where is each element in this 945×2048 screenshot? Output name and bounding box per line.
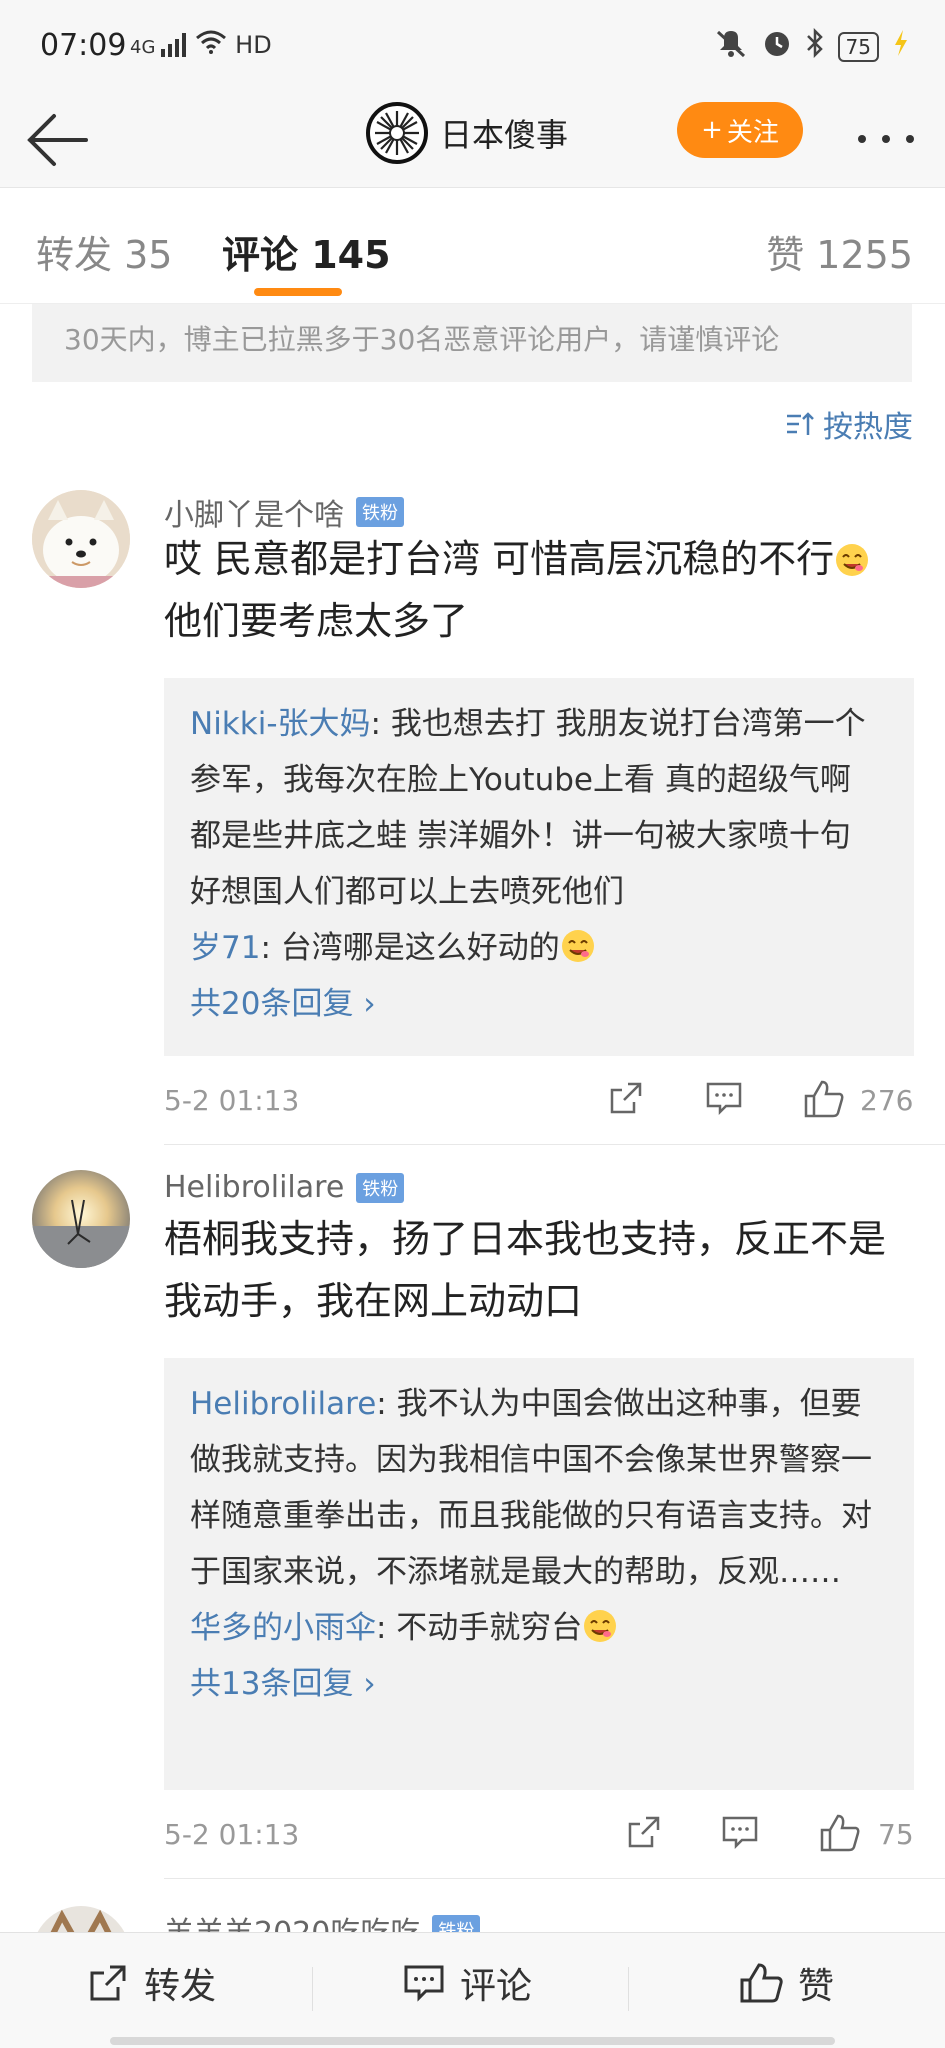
account-avatar <box>366 102 428 164</box>
bluetooth-icon <box>806 27 824 65</box>
like-count: 75 <box>878 1818 914 1851</box>
signal-icon: 4G <box>130 33 187 57</box>
reply-author[interactable]: 岁71 <box>190 930 260 966</box>
yum-emoji-icon <box>584 1610 617 1642</box>
back-arrow-icon <box>27 114 88 166</box>
status-bar: 07:09 4G HD 75 <box>0 0 945 92</box>
battery-icon: 75 <box>837 31 879 62</box>
comment-label: 评论 <box>460 1966 533 2007</box>
tab-comments[interactable]: 评论 145 <box>222 224 391 279</box>
comment-icon[interactable] <box>704 1078 744 1122</box>
charging-icon <box>893 30 909 63</box>
follow-label: 关注 <box>726 117 779 148</box>
sort-label: 按热度 <box>823 410 913 445</box>
more-replies-link[interactable]: 共13条回复 › <box>190 1656 888 1712</box>
yum-emoji-icon <box>836 544 869 576</box>
sort-icon <box>787 412 814 435</box>
hd-label: HD <box>235 31 272 59</box>
repost-icon <box>90 1965 126 2001</box>
fan-badge: 铁粉 <box>356 1172 405 1203</box>
home-indicator <box>110 2037 835 2045</box>
avatar[interactable] <box>32 1906 130 1932</box>
share-icon[interactable] <box>606 1078 646 1122</box>
like-icon[interactable] <box>802 1078 846 1124</box>
reply-author[interactable]: Nikki-张大妈 <box>190 706 371 742</box>
reply-author[interactable]: Helibrolilare <box>190 1386 376 1422</box>
comment-footer: 5-2 01:13 75 <box>164 1814 914 1858</box>
fan-badge: 铁粉 <box>356 497 404 527</box>
comment-button[interactable]: 评论 <box>402 1957 532 2009</box>
avatar[interactable] <box>32 490 130 588</box>
tab-bar: 转发 35 评论 145 赞 1255 <box>0 188 945 304</box>
comment-text: 哎 民意都是打台湾 可惜高层沉稳的不行 他们要考虑太多了 <box>164 528 914 652</box>
comment-icon[interactable] <box>720 1812 760 1856</box>
mute-icon <box>714 28 748 65</box>
fan-badge: 铁粉 <box>432 1915 481 1932</box>
like-count: 276 <box>860 1084 914 1117</box>
follow-button[interactable]: + 关注 <box>677 102 803 158</box>
wifi-icon <box>195 30 227 60</box>
repost-button[interactable]: 转发 <box>86 1957 216 2009</box>
comment-icon <box>404 1965 444 2002</box>
comment-footer: 5-2 01:13 276 <box>164 1080 914 1124</box>
comment-item: 羊羊羊2020吃吃吃 铁粉 <box>0 1892 945 1932</box>
back-button[interactable] <box>24 110 90 170</box>
tab-likes[interactable]: 赞 1255 <box>766 224 913 279</box>
tab-repost[interactable]: 转发 35 <box>36 224 172 279</box>
bottom-action-bar: 转发 评论 赞 <box>0 1932 945 2048</box>
like-icon <box>740 1963 783 2003</box>
more-icon[interactable] <box>856 120 916 155</box>
bar-separator <box>312 1967 313 2011</box>
avatar[interactable] <box>32 1170 130 1268</box>
like-icon[interactable] <box>818 1812 862 1858</box>
like-label: 赞 <box>798 1966 835 2007</box>
more-replies-link[interactable]: 共20条回复 › <box>190 976 888 1032</box>
active-tab-indicator <box>254 288 342 296</box>
alarm-icon <box>762 28 792 65</box>
reply-item: 岁71: 台湾哪是这么好动的 <box>190 920 888 976</box>
reply-item: Nikki-张大妈: 我也想去打 我朋友说打台湾第一个参军，我每次在脸上Yout… <box>190 696 888 920</box>
comment-notice: 30天内，博主已拉黑多于30名恶意评论用户，请谨慎评论 <box>32 304 912 382</box>
comment-author[interactable]: Helibrolilare <box>164 1170 344 1205</box>
reply-item: Helibrolilare: 我不认为中国会做出这种事，但要做我就支持。因为我相… <box>190 1376 888 1600</box>
reply-preview-box[interactable]: Helibrolilare: 我不认为中国会做出这种事，但要做我就支持。因为我相… <box>164 1358 914 1790</box>
comment-time: 5-2 01:13 <box>164 1084 300 1117</box>
comment-text: 梧桐我支持，扬了日本我也支持，反正不是 我动手，我在网上动动口 <box>164 1217 887 1323</box>
top-nav: 日本傻事 + 关注 <box>0 92 945 188</box>
share-icon[interactable] <box>624 1812 664 1856</box>
repost-label: 转发 <box>144 1966 217 2007</box>
account-header[interactable]: 日本傻事 <box>366 102 568 164</box>
yum-emoji-icon <box>561 930 594 962</box>
reply-text: : 不动手就穷台 <box>376 1610 583 1646</box>
reply-item: 华多的小雨伞: 不动手就穷台 <box>190 1600 888 1656</box>
reply-text: : 台湾哪是这么好动的 <box>260 930 560 966</box>
comment-divider <box>164 1878 945 1879</box>
reply-preview-box[interactable]: Nikki-张大妈: 我也想去打 我朋友说打台湾第一个参军，我每次在脸上Yout… <box>164 678 914 1056</box>
sort-button[interactable]: 按热度 <box>785 402 913 446</box>
comment-author[interactable]: 羊羊羊2020吃吃吃 <box>164 1908 420 1932</box>
status-time: 07:09 <box>40 28 127 63</box>
plus-icon: + <box>701 115 723 145</box>
comment-divider <box>164 1144 945 1145</box>
comment-time: 5-2 01:13 <box>164 1818 300 1851</box>
like-button[interactable]: 赞 <box>738 1957 834 2009</box>
reply-author[interactable]: 华多的小雨伞 <box>190 1610 376 1646</box>
bar-separator <box>628 1967 629 2011</box>
account-title: 日本傻事 <box>440 116 569 154</box>
